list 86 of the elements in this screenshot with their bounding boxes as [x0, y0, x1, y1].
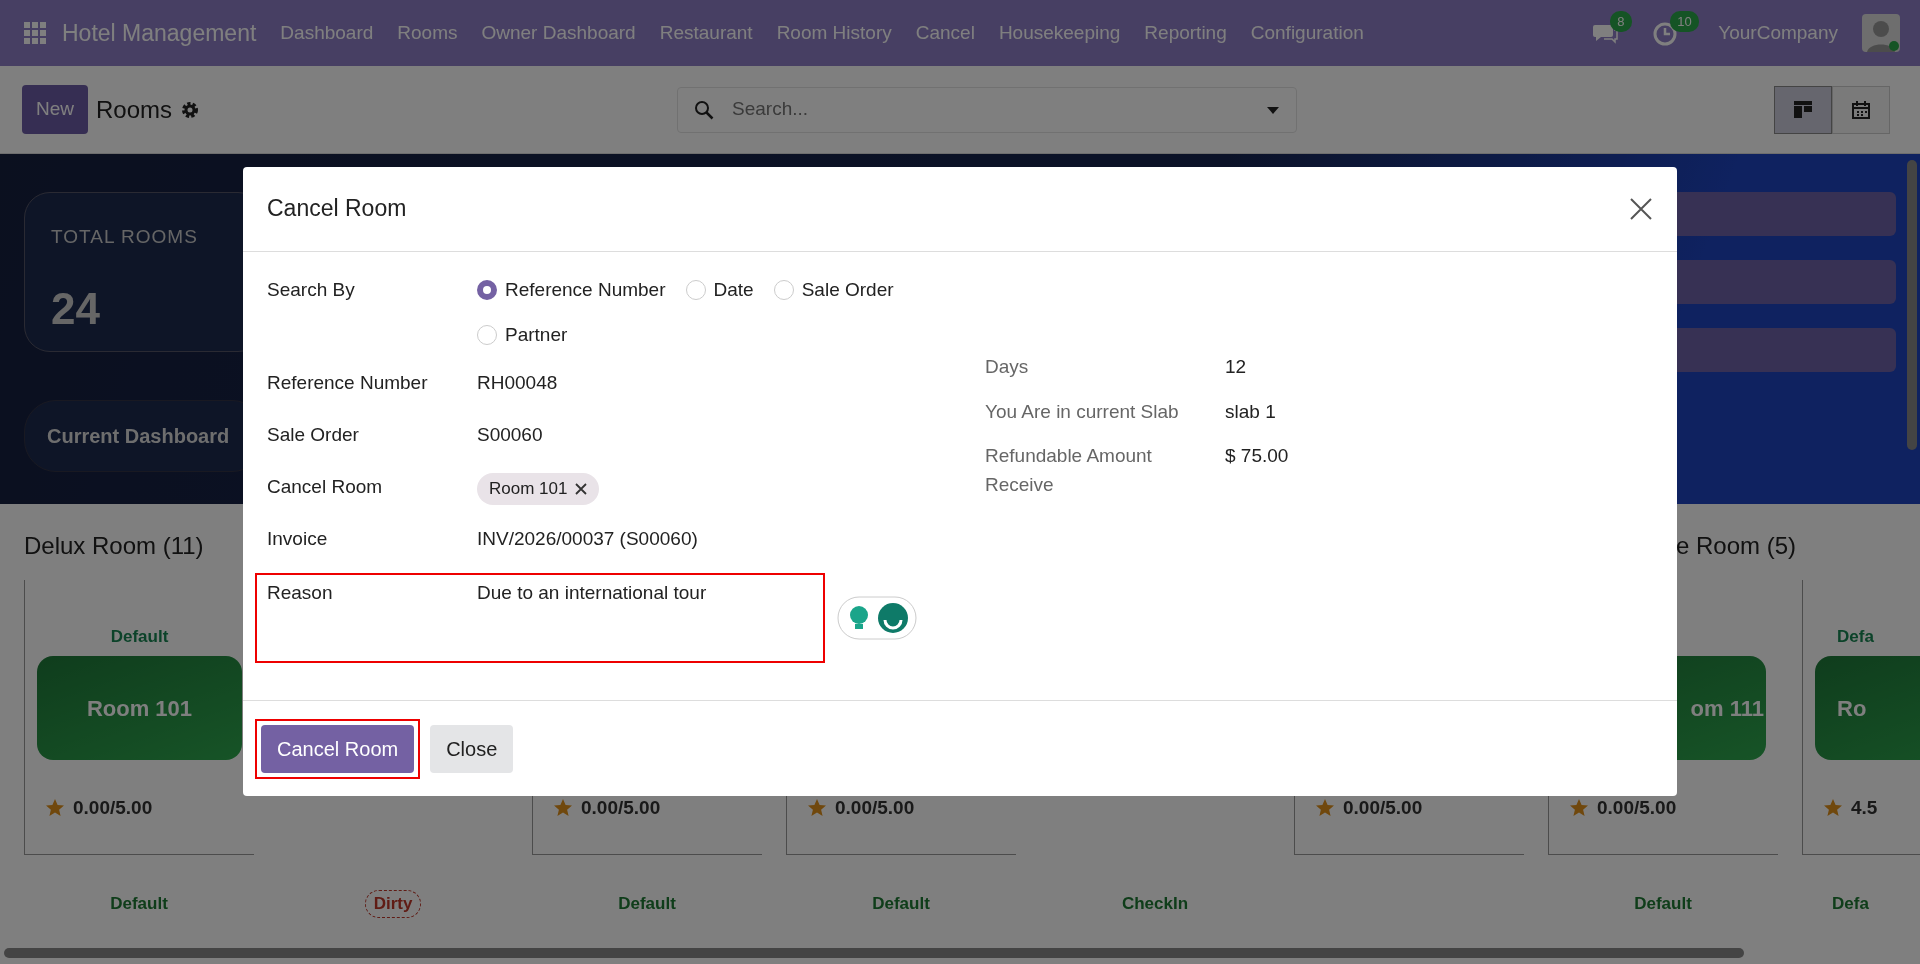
status-label: Default — [109, 893, 169, 915]
menu-item[interactable]: Cancel — [915, 18, 975, 48]
room-card[interactable]: Default Room 101 0.00/5.00 — [24, 580, 254, 855]
notification-count: 10 — [1670, 10, 1699, 33]
app-title[interactable]: Hotel Management — [62, 15, 257, 51]
field-value: INV/2026/00037 (S00060) — [477, 527, 698, 551]
menu-item[interactable]: Owner Dashboard — [481, 18, 636, 48]
field-value: S00060 — [477, 423, 543, 447]
settings-icon[interactable] — [180, 99, 201, 120]
menu-item[interactable]: Configuration — [1250, 18, 1364, 48]
search-field[interactable]: Search... — [730, 94, 1250, 125]
status-label: Default — [1633, 893, 1693, 915]
status-label: Default — [109, 626, 170, 648]
star-icon — [1569, 798, 1589, 819]
room-card[interactable]: Defa Ro 4.5 — [1802, 580, 1920, 855]
rating-text: 0.00/5.00 — [73, 796, 153, 820]
rating-text: 0.00/5.00 — [581, 796, 661, 820]
menu-item[interactable]: Rooms — [397, 18, 458, 48]
field-label: Invoice — [267, 527, 329, 551]
company-name[interactable]: YourCompany — [1718, 18, 1838, 48]
menu-item[interactable]: Dashboard — [280, 18, 374, 48]
menu-item[interactable]: Housekeeping — [998, 18, 1121, 48]
avatar-icon[interactable] — [1862, 14, 1900, 52]
primary-button[interactable]: Cancel Room — [261, 724, 415, 773]
field-label: Reference Number — [267, 371, 429, 395]
calendar-icon — [1851, 99, 1871, 120]
rating-text: 0.00/5.00 — [1597, 796, 1677, 820]
kanban-icon — [1793, 99, 1813, 120]
status-label: CheckIn — [1120, 893, 1190, 915]
status-label: Default — [617, 893, 677, 915]
tag-label: Room 101 — [489, 478, 568, 500]
status-label: Default — [871, 893, 931, 915]
field-value: Due to an international tour — [477, 581, 707, 605]
dialog-title: Cancel Room — [267, 195, 407, 223]
menu-item[interactable]: Reporting — [1144, 18, 1227, 48]
field-label: Days — [985, 355, 1030, 379]
caret-icon[interactable] — [1266, 104, 1280, 115]
stat-label: TOTAL ROOMS — [51, 225, 199, 249]
apps-menu-icon[interactable] — [24, 22, 46, 44]
notification-count: 8 — [1610, 10, 1632, 33]
rating-text: 4.5 — [1851, 796, 1878, 820]
star-icon — [45, 798, 65, 819]
field-value: RH00048 — [477, 371, 558, 395]
rating-text: 0.00/5.00 — [835, 796, 915, 820]
stat-value: 24 — [51, 282, 101, 335]
close-icon[interactable] — [1629, 197, 1653, 221]
search-icon — [694, 99, 714, 120]
remove-icon[interactable] — [575, 482, 588, 495]
lightbulb-smile-icon[interactable] — [837, 596, 917, 640]
menu-item[interactable]: Restaurant — [659, 18, 753, 48]
page-title: Rooms — [96, 94, 173, 125]
view-switch-button[interactable] — [1832, 85, 1890, 134]
radio-label: Reference Number — [505, 278, 666, 302]
close-button[interactable]: Close — [430, 724, 514, 773]
status-label: Defa — [1836, 626, 1875, 648]
search-bar[interactable]: Search... — [677, 86, 1297, 133]
menu-item[interactable]: Room History — [776, 18, 892, 48]
radio-label: Date — [713, 278, 754, 302]
scrollbar[interactable] — [4, 948, 1744, 958]
field-value: slab 1 — [1225, 399, 1276, 424]
field-label: Refundable Amount Receive — [985, 444, 1153, 497]
field-label: Search By — [267, 278, 356, 302]
new-button[interactable]: New — [22, 85, 88, 134]
tag[interactable]: Room 101 — [477, 473, 600, 505]
room-tile[interactable]: Room 101 — [37, 656, 242, 760]
field-label: Cancel Room — [267, 475, 384, 499]
star-icon — [553, 798, 573, 819]
view-switch-button[interactable] — [1774, 85, 1832, 134]
radio-label: Sale Order — [801, 278, 894, 302]
star-icon — [807, 798, 827, 819]
star-icon — [1823, 798, 1843, 819]
radio-label: Partner — [505, 322, 568, 347]
group-title: Delux Room (11) — [24, 531, 204, 561]
radio-button[interactable] — [477, 280, 497, 301]
clock-icon[interactable] — [1652, 20, 1679, 47]
rating-text: 0.00/5.00 — [1343, 796, 1423, 820]
field-value: 12 — [1225, 355, 1247, 379]
field-label: Sale Order — [267, 423, 360, 447]
field-label: Reason — [267, 581, 334, 605]
field-value: $ 75.00 — [1225, 444, 1289, 468]
star-icon — [1315, 798, 1335, 819]
field-label: You Are in current Slab — [985, 399, 1180, 424]
scrollbar[interactable] — [1907, 160, 1917, 450]
room-tile[interactable]: Ro — [1815, 656, 1920, 760]
group-title: e Room (5) — [1675, 531, 1796, 561]
status-label: Defa — [1831, 893, 1870, 915]
